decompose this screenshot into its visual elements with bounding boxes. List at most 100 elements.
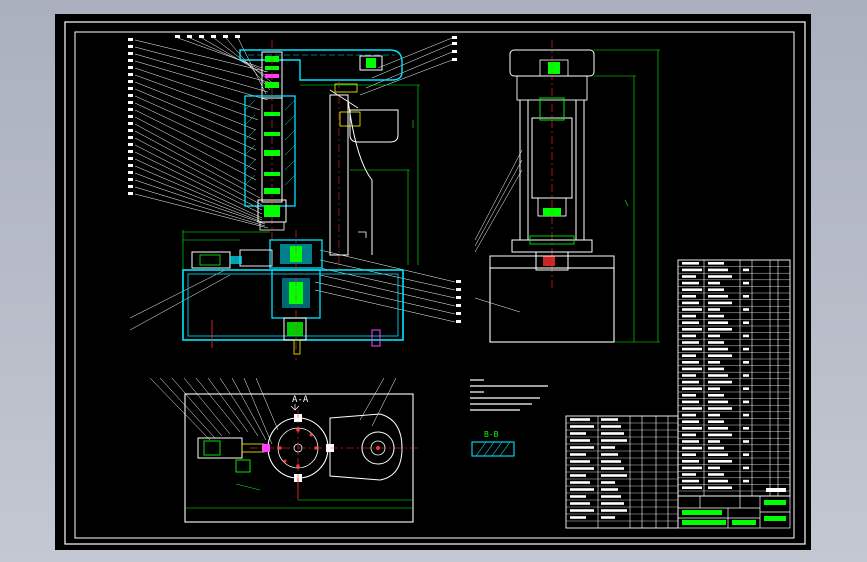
parts-row-text — [743, 427, 749, 430]
parts-row-text — [708, 281, 720, 285]
parts-row-text — [743, 413, 749, 417]
parts-row-text — [682, 394, 696, 397]
technical-notes — [470, 379, 548, 411]
parts-row-text — [708, 308, 720, 311]
parts-row-text — [743, 308, 749, 311]
parts-row-text — [682, 328, 702, 331]
parts-row-text — [682, 440, 699, 443]
parts-row-text — [708, 400, 728, 404]
parts-row-text — [743, 374, 749, 377]
parts-row-text — [743, 334, 749, 338]
bottom-row-text — [601, 439, 627, 442]
parts-row-text — [708, 295, 728, 298]
parts-row-text — [743, 466, 749, 470]
parts-row-text — [743, 453, 749, 456]
parts-row-text — [682, 407, 702, 410]
parts-row-text — [708, 328, 732, 331]
cad-drawing: A-A B-B — [64, 21, 806, 545]
parts-row-text — [743, 321, 749, 324]
parts-row-text — [708, 486, 732, 489]
bottom-row-text — [601, 432, 624, 435]
bottom-row-text — [570, 439, 590, 442]
parts-row-text — [682, 387, 702, 390]
parts-row-text — [682, 354, 696, 357]
parts-row-text — [708, 374, 728, 377]
bottom-table-rows — [566, 422, 678, 522]
parts-row-text — [708, 288, 724, 291]
parts-row-text — [682, 275, 696, 278]
parts-row-text — [743, 347, 749, 351]
bottom-row-text — [570, 432, 586, 435]
parts-row-text — [743, 295, 749, 298]
title-block-fill — [682, 488, 786, 525]
bottom-row-text — [601, 460, 621, 463]
bottom-row-text — [570, 467, 594, 470]
parts-row-text — [708, 473, 724, 476]
parts-row-text — [708, 354, 732, 357]
parts-row-text — [682, 427, 702, 430]
bottom-row-text — [601, 453, 618, 456]
parts-row-text — [708, 394, 724, 397]
parts-row-text — [682, 367, 702, 371]
parts-row-text — [708, 427, 728, 430]
parts-row-text — [708, 387, 720, 390]
parts-row-text — [708, 440, 720, 443]
section-bb: B-B — [471, 430, 515, 457]
parts-row-text — [682, 486, 702, 489]
parts-row-text — [682, 446, 702, 450]
parts-row-text — [682, 374, 696, 377]
parts-row-text — [743, 268, 749, 272]
bottom-row-text — [601, 418, 618, 421]
cad-viewport[interactable]: A-A B-B — [0, 0, 867, 562]
parts-row-text — [708, 453, 728, 456]
parts-row-text — [743, 281, 749, 285]
bottom-row-text — [570, 453, 586, 456]
bottom-row-text — [570, 425, 594, 428]
bottom-row-text — [570, 495, 586, 498]
link-arm — [329, 413, 403, 481]
bottom-row-text — [601, 474, 627, 477]
parts-row-text — [682, 321, 699, 324]
side-base — [489, 267, 615, 343]
bottom-table-text — [570, 418, 627, 519]
bottom-row-text — [570, 488, 594, 491]
bottom-row-text — [570, 474, 586, 477]
parts-row-text — [682, 295, 696, 298]
parts-row-text — [708, 407, 732, 410]
parts-row-text — [682, 473, 696, 476]
parts-row-text — [682, 268, 702, 272]
parts-row-text — [682, 380, 699, 384]
parts-row-text — [682, 301, 699, 305]
bottom-row-text — [601, 488, 618, 491]
parts-row-text — [708, 380, 732, 384]
parts-row-text — [708, 420, 724, 423]
parts-row-text — [682, 433, 696, 437]
bottom-row-text — [570, 502, 590, 505]
bottom-row-text — [601, 495, 621, 498]
bottom-row-text — [601, 481, 615, 484]
parts-row-text — [708, 361, 720, 364]
parts-row-text — [708, 314, 724, 318]
parts-row-text — [708, 341, 724, 344]
parts-row-text — [708, 268, 728, 272]
parts-row-text — [743, 400, 749, 404]
parts-list-rows — [678, 266, 790, 492]
section-bb-label: B-B — [484, 430, 499, 439]
parts-row-text — [682, 460, 699, 463]
bottom-row-text — [570, 446, 594, 449]
parts-row-text — [708, 446, 724, 450]
parts-row-text — [682, 308, 702, 311]
bottom-row-text — [601, 425, 621, 428]
parts-row-text — [682, 314, 696, 318]
parts-row-text — [682, 400, 699, 404]
bottom-row-text — [601, 446, 615, 449]
parts-row-text — [682, 262, 699, 265]
parts-row-text — [708, 433, 732, 437]
parts-row-text — [708, 262, 724, 265]
parts-row-text — [708, 413, 720, 417]
plan-view: A-A — [149, 377, 420, 523]
parts-row-text — [682, 281, 699, 285]
parts-row-text — [708, 347, 728, 351]
parts-row-text — [682, 453, 696, 456]
parts-row-text — [743, 479, 749, 483]
